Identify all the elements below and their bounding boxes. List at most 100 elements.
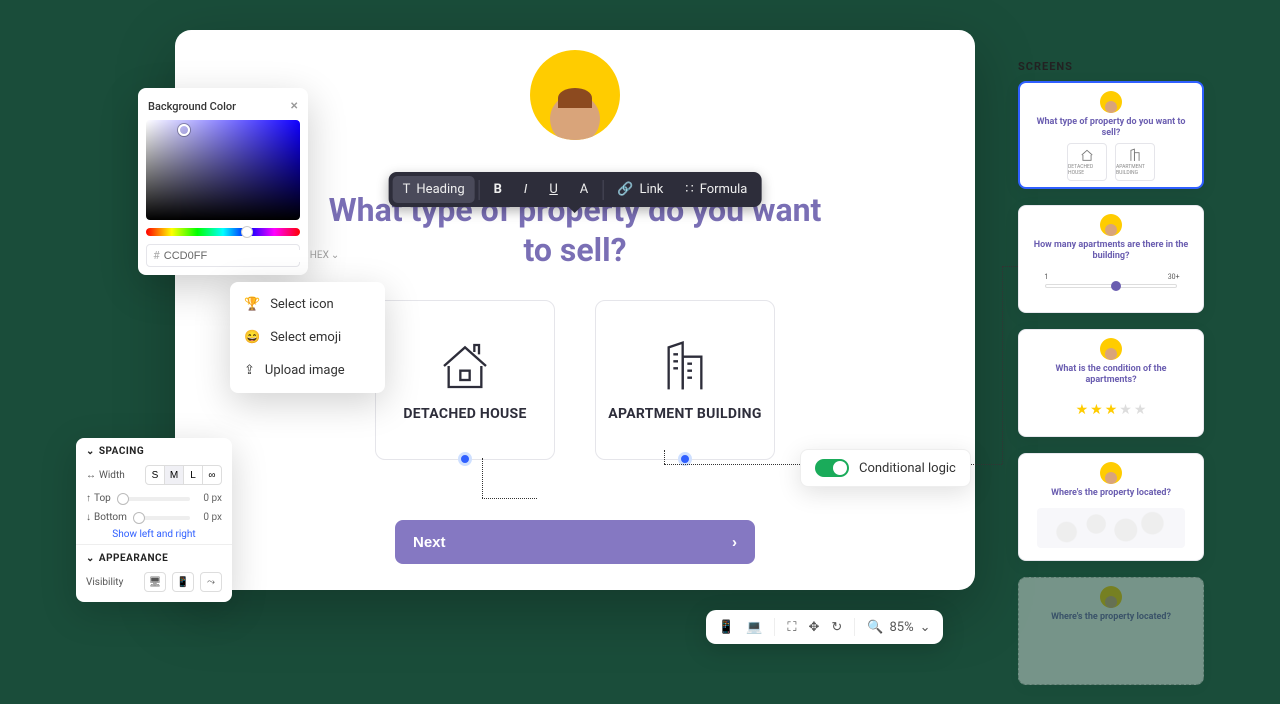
section-label: APPEARANCE — [99, 553, 168, 564]
avatar — [530, 50, 620, 140]
link-button[interactable]: 🔗 Link — [607, 176, 673, 203]
branch-dot[interactable] — [458, 452, 472, 466]
star-rating: ★★★★★ — [1076, 402, 1147, 418]
avatar — [1100, 338, 1122, 360]
connector — [664, 450, 665, 464]
visibility-label: Visibility — [86, 577, 123, 588]
option-label: APARTMENT BUILDING — [608, 406, 761, 422]
view-toolbar: 📱 💻 ⛶ ✥ ↻ 🔍 85% ⌄ — [706, 610, 943, 644]
visibility-desktop[interactable]: 🖥 — [144, 572, 166, 592]
menu-label: Select emoji — [270, 330, 341, 345]
upload-image-item[interactable]: ⇪ Upload image — [236, 354, 379, 387]
screen-title: What is the condition of the apartments? — [1029, 364, 1193, 386]
screen-title: Where's the property located? — [1051, 612, 1171, 623]
screen-thumb-3[interactable]: What is the condition of the apartments?… — [1018, 329, 1204, 437]
fit-button[interactable]: ✥ — [808, 620, 819, 635]
width-m[interactable]: M — [164, 465, 184, 485]
bottom-value: 0 px — [196, 512, 222, 523]
search-icon: 🔍 — [867, 620, 883, 635]
mini-slider: 1 30+ — [1045, 284, 1176, 288]
screen-title: How many apartments are there in the bui… — [1029, 240, 1193, 262]
close-icon[interactable]: × — [291, 98, 298, 114]
top-value: 0 px — [196, 493, 222, 504]
hex-input[interactable] — [164, 250, 306, 262]
show-lr-link[interactable]: Show left and right — [86, 529, 222, 540]
screen-thumb-4[interactable]: Where's the property located? — [1018, 453, 1204, 561]
screens-panel: SCREENS What type of property do you wan… — [1018, 60, 1204, 701]
formula-button[interactable]: ∷ Formula — [675, 176, 757, 203]
chevron-down-icon: ⌄ — [86, 446, 95, 457]
avatar — [1100, 91, 1122, 113]
width-l[interactable]: L — [183, 465, 203, 485]
upload-icon: ⇪ — [244, 363, 255, 378]
connector — [664, 464, 800, 465]
italic-button[interactable]: I — [514, 176, 537, 203]
mini-option: DETACHED HOUSE — [1067, 143, 1107, 181]
width-full[interactable]: ∞ — [202, 465, 222, 485]
hue-knob[interactable] — [241, 226, 253, 238]
link-label: Link — [639, 182, 663, 197]
chevron-down-icon: ⌄ — [86, 553, 95, 564]
avatar — [1100, 214, 1122, 236]
screen-title: What type of property do you want to sel… — [1030, 117, 1192, 139]
width-s[interactable]: S — [145, 465, 165, 485]
device-desktop-button[interactable]: 💻 — [746, 620, 762, 635]
color-mode-label: HEX — [310, 250, 329, 261]
hex-input-row: # HEX ⌄ — [146, 244, 300, 267]
connector — [1002, 266, 1003, 464]
link-icon: 🔗 — [617, 182, 633, 197]
color-mode-select[interactable]: HEX ⌄ — [310, 250, 339, 261]
next-button[interactable]: Next › — [395, 520, 755, 564]
background-color-popover: Background Color × # HEX ⌄ — [138, 88, 308, 275]
text-icon: T — [403, 182, 411, 197]
device-mobile-button[interactable]: 📱 — [718, 620, 734, 635]
menu-label: Upload image — [265, 363, 345, 378]
bottom-label: ↓ Bottom — [86, 512, 127, 523]
menu-label: Select icon — [270, 297, 334, 312]
connector — [482, 458, 483, 498]
hue-slider[interactable] — [146, 228, 300, 236]
spacing-section-toggle[interactable]: ⌄ SPACING — [86, 446, 222, 457]
refresh-button[interactable]: ↻ — [831, 620, 842, 635]
chevron-down-icon: ⌄ — [331, 250, 339, 261]
options-row: DETACHED HOUSE APARTMENT BUILDING — [375, 300, 775, 460]
bottom-slider[interactable] — [133, 516, 190, 520]
avatar — [1100, 586, 1122, 608]
fullscreen-button[interactable]: ⛶ — [787, 620, 796, 635]
select-emoji-item[interactable]: 😄 Select emoji — [236, 321, 379, 354]
next-label: Next — [413, 534, 446, 551]
connector — [482, 498, 537, 499]
screens-title: SCREENS — [1018, 60, 1204, 73]
screen-thumb-ghost[interactable]: Where's the property located? — [1018, 577, 1204, 685]
section-label: SPACING — [99, 446, 144, 457]
appearance-section-toggle[interactable]: ⌄ APPEARANCE — [86, 553, 222, 564]
screen-thumb-1[interactable]: What type of property do you want to sel… — [1018, 81, 1204, 189]
top-slider[interactable] — [117, 497, 190, 501]
heading-style-select[interactable]: T Heading — [393, 176, 475, 203]
font-color-button[interactable]: A — [570, 176, 598, 203]
building-icon — [657, 338, 713, 394]
chevron-down-icon: ⌄ — [920, 620, 931, 635]
zoom-control[interactable]: 🔍 85% ⌄ — [867, 620, 930, 635]
option-apartment-building[interactable]: APARTMENT BUILDING — [595, 300, 775, 460]
screen-thumb-2[interactable]: How many apartments are there in the bui… — [1018, 205, 1204, 313]
connector — [1002, 266, 1018, 267]
bold-button[interactable]: B — [484, 176, 512, 203]
visibility-hidden[interactable]: ⤳ — [200, 572, 222, 592]
width-segmented[interactable]: S M L ∞ — [145, 465, 222, 485]
spacing-appearance-panel: ⌄ SPACING ↔ Width S M L ∞ ↑ Top 0 px ↓ B… — [76, 438, 232, 602]
option-label: DETACHED HOUSE — [403, 406, 526, 422]
color-saturation-field[interactable] — [146, 120, 300, 220]
screen-title: Where's the property located? — [1051, 488, 1171, 499]
underline-button[interactable]: U — [539, 176, 567, 203]
trophy-icon: 🏆 — [244, 297, 260, 312]
conditional-logic-toggle[interactable] — [815, 459, 849, 477]
top-label: ↑ Top — [86, 493, 111, 504]
color-cursor[interactable] — [178, 124, 190, 136]
formula-label: Formula — [700, 182, 748, 197]
option-detached-house[interactable]: DETACHED HOUSE — [375, 300, 555, 460]
hash-icon: # — [153, 249, 160, 262]
visibility-mobile[interactable]: 📱 — [172, 572, 194, 592]
mini-option: APARTMENT BUILDING — [1115, 143, 1155, 181]
select-icon-item[interactable]: 🏆 Select icon — [236, 288, 379, 321]
